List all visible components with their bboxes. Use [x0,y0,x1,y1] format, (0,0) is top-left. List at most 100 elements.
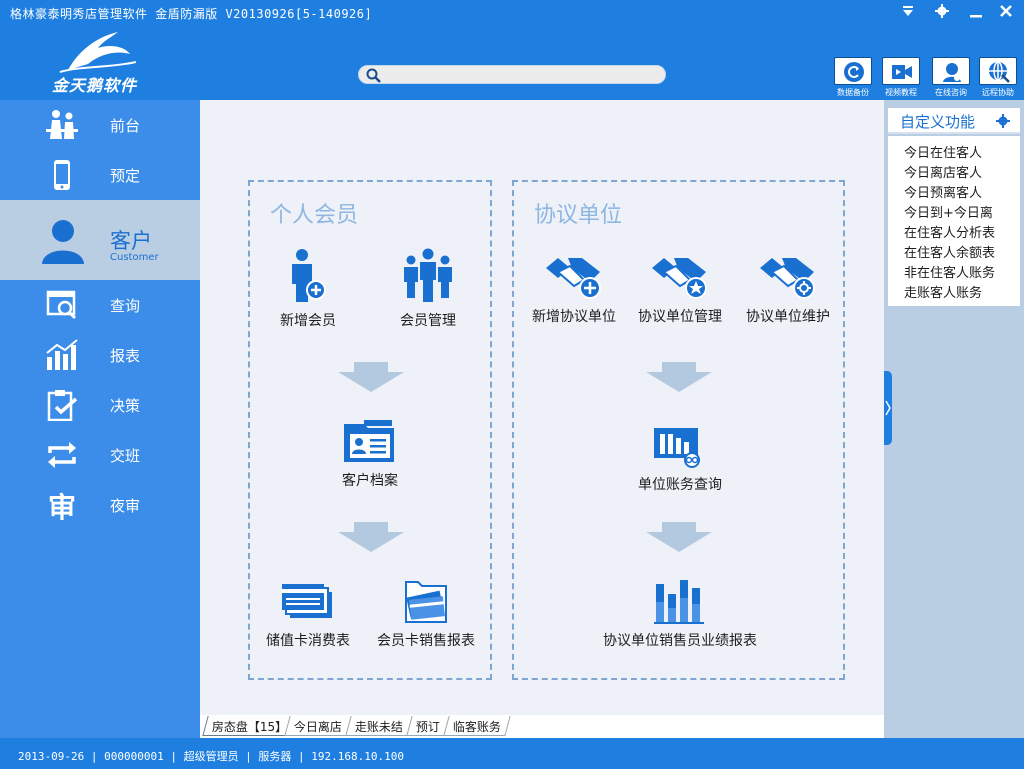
tab-room-status[interactable]: 房态盘【15】 [202,716,297,736]
settings-gear-icon[interactable] [996,113,1010,128]
svg-text:审: 审 [48,491,76,521]
customer-file-label: 客户档案 [342,473,398,489]
tab-label: 房态盘【15】 [211,720,288,734]
handshake-add-icon [546,258,601,299]
settings-gear-icon[interactable] [930,2,954,24]
member-manage-button[interactable]: 会员管理 [388,248,468,330]
flow-arrow-icon [646,362,712,392]
sidebar-item-query[interactable]: 查询 [0,280,200,330]
sidebar-item-label: 查询 [110,297,141,315]
custom-function-item[interactable]: 今日在住客人 [904,142,982,161]
sidebar-item-label: 交班 [110,447,141,465]
sidebar-item-shift[interactable]: 交班 [0,430,200,480]
header: 格林豪泰明秀店管理软件 金盾防漏版 V20130926[5-140926] 金天… [0,0,1024,100]
add-member-icon [292,249,326,302]
remote-label: 远程协助 [982,88,1014,97]
tab-guest-account[interactable]: 临客账务 [443,716,511,736]
unit-sales-report-button[interactable]: 协议单位销售员业绩报表 [590,574,770,650]
customer-file-icon [344,420,394,462]
custom-function-list: 今日在住客人 今日离店客人 今日预离客人 今日到+今日离 在住客人分析表 在住客… [888,136,1020,306]
sidebar-item-label: 前台 [110,117,141,135]
new-unit-button[interactable]: 新增协议单位 [522,254,626,326]
unit-manage-button[interactable]: 协议单位管理 [628,254,732,326]
custom-function-item[interactable]: 非在住客人账务 [904,262,995,281]
unit-account-label: 单位账务查询 [638,477,722,493]
panel-title: 个人会员 [270,203,359,228]
tab-label: 走账未结 [354,720,403,734]
video-icon [882,57,920,85]
bar-chart-icon [654,580,704,624]
custom-function-title: 自定义功能 [900,113,976,131]
unit-maintain-button[interactable]: 协议单位维护 [734,254,842,326]
card-folder-icon [405,581,447,623]
search-box[interactable] [358,65,666,84]
panel-title: 协议单位 [534,203,623,228]
tab-today-checkout[interactable]: 今日离店 [284,716,352,736]
customer-file-button[interactable]: 客户档案 [322,418,418,490]
custom-function-item[interactable]: 今日到+今日离 [904,202,993,221]
video-tutorial-button[interactable]: 视频教程 [881,57,921,97]
minimize-icon[interactable] [964,2,988,24]
sidebar-item-decision[interactable]: 决策 [0,380,200,430]
custom-function-item[interactable]: 今日预离客人 [904,182,982,201]
custom-function-item[interactable]: 在住客人余额表 [904,242,995,261]
search-icon [365,66,383,84]
stored-card-label: 储值卡消费表 [266,633,350,649]
sidebar-item-reception[interactable]: 前台 [0,100,200,150]
sidebar: 前台 预定 客户 Customer 查询 报表 决策 交班 审 夜审 [0,100,200,738]
sidebar-item-label: 报表 [110,347,141,365]
close-icon[interactable] [994,2,1018,24]
sidebar-item-label: 决策 [110,397,141,415]
window-title: 格林豪泰明秀店管理软件 金盾防漏版 V20130926[5-140926] [10,7,373,21]
sidebar-item-label: 客户 [110,229,152,253]
new-member-button[interactable]: 新增会员 [268,248,348,330]
account-search-icon [654,428,700,468]
status-bar: 2013-09-26 | 000000001 | 超级管理员 | 服务器 | 1… [0,738,1024,769]
new-unit-label: 新增协议单位 [532,309,616,325]
flow-arrow-icon [338,522,404,552]
data-backup-button[interactable]: 数据备份 [833,57,873,97]
stored-card-report-button[interactable]: 储值卡消费表 [258,578,358,650]
custom-function-item[interactable]: 在住客人分析表 [904,222,995,241]
unit-account-query-button[interactable]: 单位账务查询 [624,422,736,494]
member-manage-label: 会员管理 [400,313,456,329]
sidebar-item-report[interactable]: 报表 [0,330,200,380]
phone-icon [44,159,80,191]
shift-icon [44,439,80,471]
tab-label: 预订 [415,720,440,734]
member-group-icon [404,248,452,302]
bottom-tab-bar: 房态盘【15】 今日离店 走账未结 预订 临客账务 [200,715,884,738]
decision-icon [44,389,80,422]
flow-arrow-icon [646,522,712,552]
unit-sales-label: 协议单位销售员业绩报表 [603,633,757,649]
report-icon [44,339,80,371]
sidebar-item-label: 预定 [110,167,141,185]
sidebar-item-label: 夜审 [110,497,141,515]
backup-icon [834,57,872,85]
sidebar-item-customer[interactable]: 客户 Customer [0,200,200,280]
unit-maintain-label: 协议单位维护 [746,309,830,325]
dropdown-icon[interactable] [896,2,920,24]
tab-unsettled[interactable]: 走账未结 [345,716,413,736]
customer-icon [40,218,86,264]
search-input[interactable] [387,67,657,82]
sidebar-item-sublabel: Customer [110,252,159,263]
remote-assist-button[interactable]: 远程协助 [978,57,1018,97]
new-member-label: 新增会员 [280,313,336,329]
card-sales-report-button[interactable]: 会员卡销售报表 [366,578,486,650]
sidebar-item-night-audit[interactable]: 审 夜审 [0,480,200,530]
consult-icon [932,57,970,85]
custom-function-header: 自定义功能 [888,108,1020,134]
online-consult-button[interactable]: 在线咨询 [931,57,971,97]
consult-label: 在线咨询 [935,88,967,97]
handshake-star-icon [652,258,707,299]
custom-function-item[interactable]: 走账客人账务 [904,282,982,301]
status-text: 2013-09-26 | 000000001 | 超级管理员 | 服务器 | 1… [18,750,405,763]
sidebar-item-booking[interactable]: 预定 [0,150,200,200]
unit-manage-label: 协议单位管理 [638,309,722,325]
card-stack-icon [282,584,332,618]
panel-collapse-handle[interactable] [884,371,892,445]
card-sales-label: 会员卡销售报表 [377,633,475,649]
custom-function-item[interactable]: 今日离店客人 [904,162,982,181]
tab-bar-filler [884,715,1024,738]
